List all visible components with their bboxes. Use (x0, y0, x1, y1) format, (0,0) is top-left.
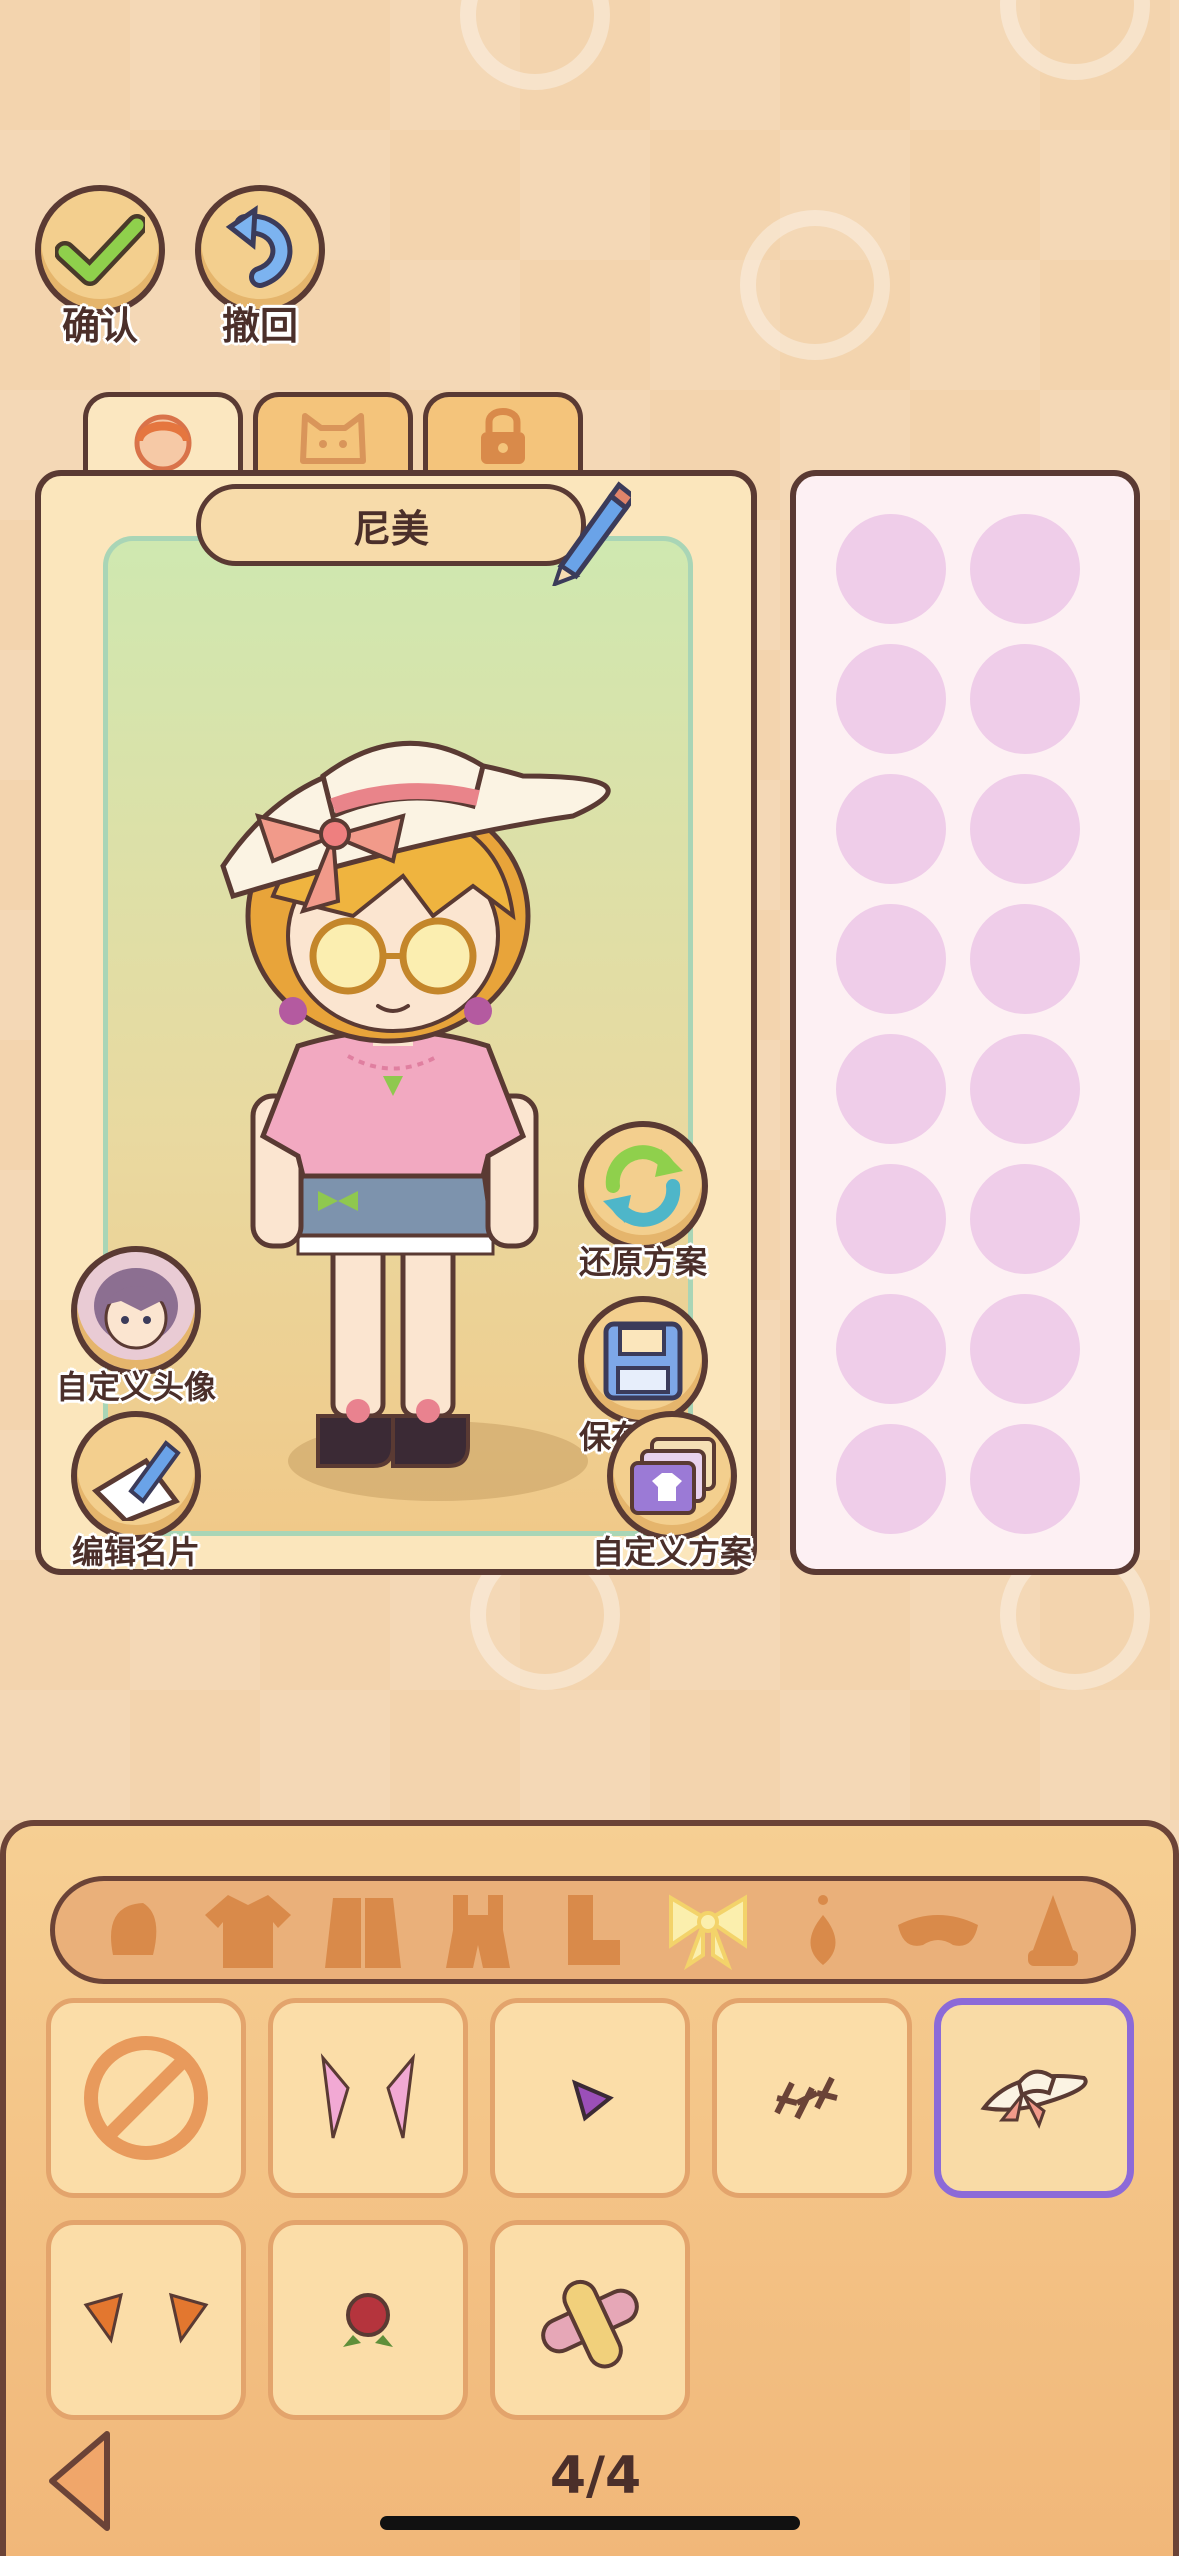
sun-decoration (460, 0, 610, 90)
edit-card-icon (91, 1440, 181, 1521)
bandage-icon (541, 2279, 639, 2369)
category-hat[interactable] (1008, 1890, 1098, 1970)
boots-icon (567, 1895, 620, 1965)
tab-pet[interactable] (253, 392, 413, 474)
earring-icon (810, 1895, 836, 1965)
item-grid (46, 1998, 1134, 2420)
category-bar (50, 1876, 1136, 1984)
outfit-slot[interactable] (970, 1294, 1080, 1404)
purple-hairclip-icon (571, 2079, 614, 2122)
character-name: 尼美 (352, 506, 429, 551)
pencil-icon[interactable] (541, 476, 631, 586)
gnome-hat-icon (1028, 1895, 1079, 1966)
confirm-button[interactable]: 确认 (30, 185, 170, 350)
outfit-slot[interactable] (836, 904, 946, 1014)
outfit-slot[interactable] (970, 514, 1080, 624)
outfit-slot[interactable] (836, 1294, 946, 1404)
item-hairpins[interactable] (712, 1998, 912, 2198)
item-rose[interactable] (268, 2220, 468, 2420)
character-name-plate[interactable]: 尼美 (196, 484, 586, 566)
edit-card-button[interactable]: 编辑名片 (41, 1411, 231, 1573)
hair-icon (110, 1903, 156, 1955)
sun-decoration (1000, 0, 1150, 80)
confirm-label: 确认 (61, 304, 138, 348)
item-bandage[interactable] (490, 2220, 690, 2420)
category-shoes[interactable] (548, 1890, 638, 1970)
item-none[interactable] (46, 1998, 246, 2198)
fox-ears-icon (83, 2292, 209, 2344)
undo-button[interactable]: 撤回 (190, 185, 330, 350)
bow-icon (669, 1894, 748, 1970)
hairpins-icon (774, 2076, 838, 2120)
undo-label: 撤回 (221, 304, 298, 348)
outfit-slot[interactable] (836, 514, 946, 624)
outfit-slot[interactable] (970, 774, 1080, 884)
home-indicator[interactable] (380, 2516, 800, 2530)
outfit-slot[interactable] (836, 774, 946, 884)
rose-icon (343, 2293, 393, 2347)
pink-ribbons-icon (320, 2053, 416, 2139)
slot-grid (836, 514, 1080, 1534)
none-icon (84, 2036, 208, 2160)
item-purple-hairclip[interactable] (490, 1998, 690, 2198)
outfit-slot[interactable] (836, 1034, 946, 1144)
floppy-disk-icon (603, 1321, 683, 1401)
character-face-icon (134, 414, 192, 471)
custom-avatar-label: 自定义头像 (55, 1368, 216, 1406)
custom-outfit-label: 自定义方案 (591, 1533, 752, 1571)
avatar-icon (94, 1268, 178, 1350)
outfit-slot[interactable] (836, 644, 946, 754)
outfit-slot[interactable] (970, 644, 1080, 754)
wardrobe-panel: 4/4 (0, 1820, 1179, 2556)
lock-icon (481, 407, 525, 464)
item-fox-ears[interactable] (46, 2220, 246, 2420)
jacket-icon (324, 1898, 401, 1968)
outfit-cards-icon (630, 1437, 716, 1515)
mask-icon (898, 1915, 979, 1946)
edit-card-label: 编辑名片 (71, 1533, 200, 1571)
overalls-icon (445, 1895, 510, 1968)
outfit-slots-panel (790, 470, 1140, 1575)
outfit-slot[interactable] (970, 1034, 1080, 1144)
item-pink-ribbons[interactable] (268, 1998, 468, 2198)
custom-avatar-button[interactable]: 自定义头像 (41, 1246, 231, 1408)
category-jacket[interactable] (318, 1890, 408, 1970)
category-mask[interactable] (893, 1890, 983, 1970)
page-counter: 4/4 (549, 2446, 642, 2506)
sun-decoration (740, 210, 890, 360)
undo-arrow-icon (225, 205, 293, 288)
character-panel: 还原方案 保存方案 尼美 (35, 470, 757, 1575)
cat-face-icon (300, 412, 366, 464)
category-accessory[interactable] (663, 1890, 753, 1970)
outfit-slot[interactable] (970, 904, 1080, 1014)
tab-locked[interactable] (423, 392, 583, 474)
outfit-slot[interactable] (970, 1164, 1080, 1274)
outfit-slot[interactable] (836, 1164, 946, 1274)
restore-outfit-button[interactable]: 还原方案 (548, 1121, 738, 1283)
category-earring[interactable] (778, 1890, 868, 1970)
outfit-slot[interactable] (970, 1424, 1080, 1534)
outfit-slot[interactable] (836, 1424, 946, 1534)
category-hair[interactable] (88, 1890, 178, 1970)
sun-hat-icon (980, 2069, 1088, 2129)
category-overalls[interactable] (433, 1890, 523, 1970)
item-sun-hat[interactable] (934, 1998, 1134, 2198)
checkmark-icon (55, 214, 145, 286)
custom-outfit-button[interactable]: 自定义方案 (577, 1411, 767, 1573)
refresh-icon (603, 1145, 683, 1227)
restore-outfit-label: 还原方案 (578, 1243, 707, 1281)
category-shirt[interactable] (203, 1890, 293, 1970)
shirt-icon (204, 1895, 291, 1968)
